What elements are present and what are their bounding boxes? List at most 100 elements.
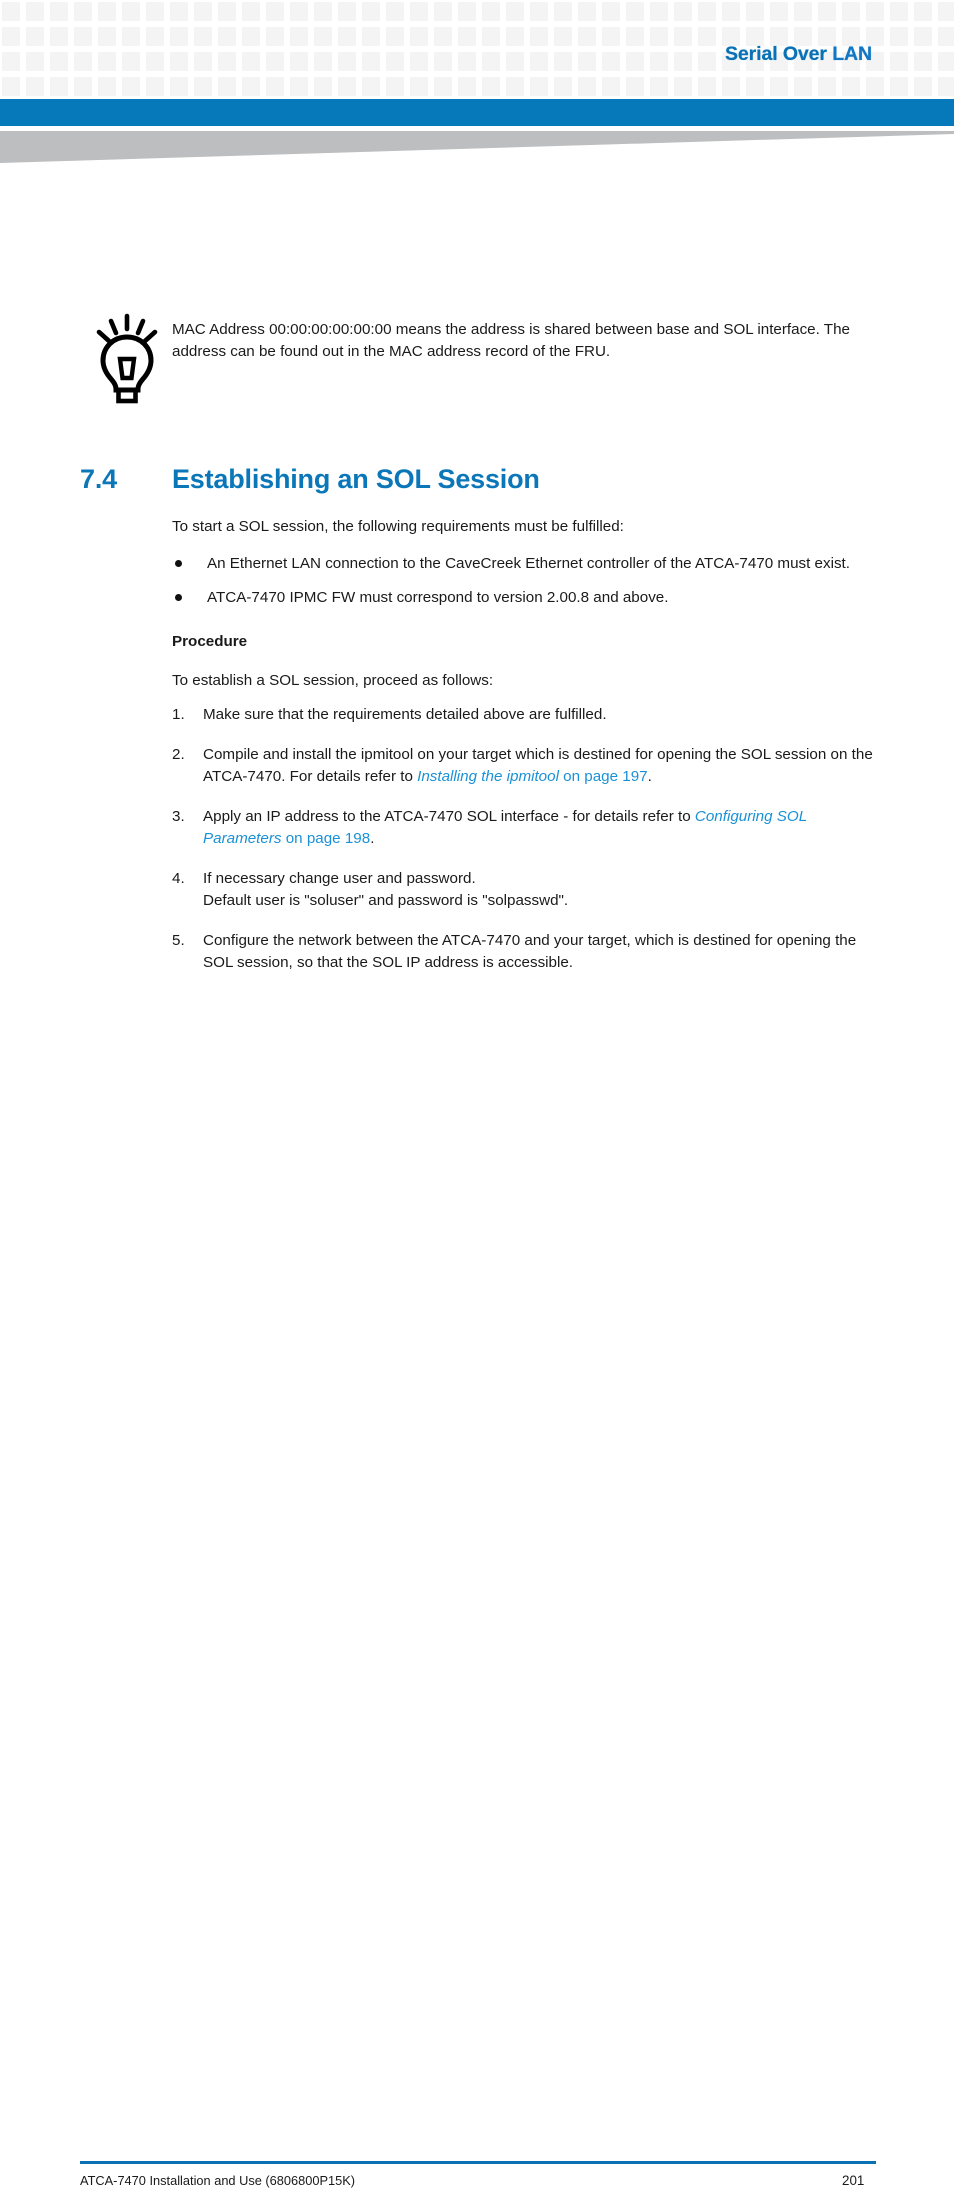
header-grid-square bbox=[554, 27, 572, 46]
header-grid-square bbox=[314, 27, 332, 46]
header-grid-square bbox=[938, 52, 954, 71]
header-grid-square bbox=[794, 77, 812, 96]
header-grid-square bbox=[770, 2, 788, 21]
header-grid-square bbox=[842, 77, 860, 96]
header-grid-square bbox=[266, 52, 284, 71]
header-grid-square bbox=[194, 52, 212, 71]
header-grid-square bbox=[122, 77, 140, 96]
header-grid-square bbox=[602, 2, 620, 21]
header-grid-square bbox=[386, 27, 404, 46]
header-grid-square bbox=[698, 77, 716, 96]
header-grid-square bbox=[410, 27, 428, 46]
header-grid-square bbox=[170, 77, 188, 96]
header-grid-square bbox=[218, 77, 236, 96]
header-grid-square bbox=[890, 2, 908, 21]
header-grid-square bbox=[314, 77, 332, 96]
header-grid-square bbox=[242, 77, 260, 96]
step-number: 2. bbox=[172, 746, 185, 763]
header-grid-square bbox=[818, 2, 836, 21]
header-grid-square bbox=[50, 52, 68, 71]
running-header-title: Serial Over LAN bbox=[725, 43, 872, 66]
header-grid-square bbox=[146, 27, 164, 46]
cross-reference-page-197[interactable]: on page 197 bbox=[559, 768, 647, 785]
header-grid-square bbox=[98, 27, 116, 46]
section-number: 7.4 bbox=[80, 464, 117, 494]
header-grid-square bbox=[170, 2, 188, 21]
header-grid-square bbox=[362, 77, 380, 96]
header-grid-square bbox=[146, 77, 164, 96]
step-number: 3. bbox=[172, 808, 185, 825]
header-grid-square bbox=[218, 2, 236, 21]
header-grid-square bbox=[530, 2, 548, 21]
footer-page-number: 201 bbox=[842, 2173, 865, 2188]
header-grid-square bbox=[26, 77, 44, 96]
header-grid-square bbox=[50, 2, 68, 21]
header-grid-square bbox=[290, 2, 308, 21]
header-grid-square bbox=[26, 52, 44, 71]
intro-paragraph: To start a SOL session, the following re… bbox=[172, 518, 624, 535]
step-number: 5. bbox=[172, 932, 185, 949]
header-grid-square bbox=[626, 77, 644, 96]
header-grid-square bbox=[698, 27, 716, 46]
header-grid-square bbox=[122, 2, 140, 21]
header-grid-square bbox=[26, 27, 44, 46]
header-grid-square bbox=[866, 77, 884, 96]
header-grid-square bbox=[146, 52, 164, 71]
header-grid-square bbox=[674, 77, 692, 96]
header-grid-square bbox=[122, 27, 140, 46]
header-grid-square bbox=[674, 2, 692, 21]
procedure-heading: Procedure bbox=[172, 633, 248, 650]
header-grid-square bbox=[314, 52, 332, 71]
header-grid-square bbox=[50, 77, 68, 96]
header-grid-square bbox=[290, 77, 308, 96]
header-grid-square bbox=[482, 52, 500, 71]
header-grid-square bbox=[98, 52, 116, 71]
header-grid-square bbox=[650, 27, 668, 46]
header-grid-square bbox=[314, 2, 332, 21]
step-item-3: 3. Apply an IP address to the ATCA-7470 … bbox=[172, 806, 878, 850]
running-header-title-tail: LAN bbox=[832, 43, 872, 65]
header-grid-square bbox=[746, 2, 764, 21]
header-grid-square bbox=[338, 27, 356, 46]
header-grid-square bbox=[74, 77, 92, 96]
page-footer: ATCA-7470 Installation and Use (6806800P… bbox=[0, 1075, 954, 2188]
list-item-text: ATCA-7470 IPMC FW must correspond to ver… bbox=[207, 589, 669, 606]
header-grid-square bbox=[194, 2, 212, 21]
header-grid-square bbox=[506, 77, 524, 96]
header-grid-square bbox=[674, 52, 692, 71]
header-grid-square bbox=[602, 52, 620, 71]
step-text: If necessary change user and password. De… bbox=[203, 870, 568, 909]
step-item-1: 1. Make sure that the requirements detai… bbox=[172, 704, 878, 726]
header-grid-square bbox=[578, 77, 596, 96]
header-grid-square bbox=[554, 52, 572, 71]
step-text: Compile and install the ipmitool on your… bbox=[203, 746, 873, 785]
step-text-after: . bbox=[370, 830, 375, 847]
section-title: Establishing an SOL Session bbox=[172, 464, 540, 494]
cross-reference-page-198[interactable]: on page 198 bbox=[282, 830, 370, 847]
step-item-4: 4. If necessary change user and password… bbox=[172, 868, 878, 912]
header-grid-square bbox=[458, 27, 476, 46]
header-grid-square bbox=[386, 77, 404, 96]
header-grid-square bbox=[698, 52, 716, 71]
header-grid-square bbox=[626, 2, 644, 21]
header-grid-square bbox=[290, 27, 308, 46]
cross-reference-link-installing-ipmitool[interactable]: Installing the ipmitool bbox=[417, 768, 559, 785]
header-grid-square bbox=[362, 52, 380, 71]
header-grid-square bbox=[650, 52, 668, 71]
header-grid-square bbox=[170, 52, 188, 71]
header-grid-square bbox=[338, 2, 356, 21]
header-grid-square bbox=[914, 52, 932, 71]
header-grid-square bbox=[794, 2, 812, 21]
header-gray-wedge bbox=[0, 130, 954, 164]
header-grid-square bbox=[362, 2, 380, 21]
header-grid-square bbox=[890, 77, 908, 96]
header-grid-square bbox=[722, 77, 740, 96]
step-text: Apply an IP address to the ATCA-7470 SOL… bbox=[203, 808, 807, 847]
header-grid-square bbox=[578, 27, 596, 46]
header-grid-square bbox=[218, 52, 236, 71]
step-text: Make sure that the requirements detailed… bbox=[203, 706, 607, 723]
header-grid-square bbox=[650, 77, 668, 96]
header-grid-square bbox=[506, 2, 524, 21]
footer-rule bbox=[80, 2161, 876, 2164]
bullet-dot-icon bbox=[175, 560, 182, 567]
